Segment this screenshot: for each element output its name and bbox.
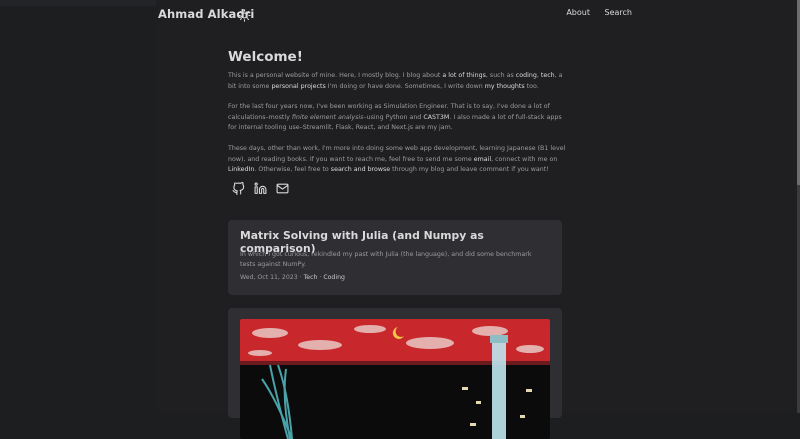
intro-paragraph-2: For the last four years now, I've been w… xyxy=(228,102,568,134)
link-personal-projects[interactable]: personal projects xyxy=(271,83,325,90)
linkedin-icon[interactable] xyxy=(254,180,267,194)
github-icon[interactable] xyxy=(232,180,245,195)
text: too. xyxy=(524,82,539,90)
link-cast3m[interactable]: CAST3M xyxy=(423,114,449,121)
post-meta: Wed, Oct 11, 2023 · Tech · Coding xyxy=(240,274,345,281)
meta-separator: · xyxy=(319,274,322,281)
link-tech[interactable]: tech xyxy=(541,72,555,79)
meta-separator: · xyxy=(299,274,302,281)
post-tag-coding[interactable]: Coding xyxy=(323,274,345,281)
nav-search[interactable]: Search xyxy=(605,8,632,17)
post-tag-tech[interactable]: Tech xyxy=(304,274,318,281)
text: This is a personal website of mine. Here… xyxy=(228,72,443,79)
text: , connect with me on xyxy=(491,155,558,163)
page-title: Welcome! xyxy=(228,49,303,65)
text: –using Python and xyxy=(363,113,424,121)
main-nav: About Search xyxy=(554,8,632,17)
intro-section: Welcome! This is a personal website of m… xyxy=(228,49,568,186)
link-coding[interactable]: coding xyxy=(516,72,537,79)
text: . Otherwise, feel free to xyxy=(254,166,331,174)
email-icon[interactable] xyxy=(276,180,289,194)
theme-toggle-sun-icon[interactable] xyxy=(238,7,251,22)
emphasis-text: finite element analysis xyxy=(291,113,364,121)
site-header: Ahmad Alkadri About Search xyxy=(158,6,638,24)
post-cover-image[interactable] xyxy=(240,319,550,439)
intro-paragraph-3: These days, other than work, I'm more in… xyxy=(228,144,568,176)
intro-paragraph-1: This is a personal website of mine. Here… xyxy=(228,71,568,92)
post-card[interactable] xyxy=(228,308,562,439)
post-card[interactable]: Matrix Solving with Julia (and Numpy as … xyxy=(228,220,562,295)
link-a-lot-of-things[interactable]: a lot of things xyxy=(442,72,485,79)
link-search-and-browse[interactable]: search and browse xyxy=(331,166,390,173)
link-my-thoughts[interactable]: my thoughts xyxy=(485,83,525,90)
link-email[interactable]: email xyxy=(474,156,491,163)
nav-about[interactable]: About xyxy=(566,8,590,17)
post-date: Wed, Oct 11, 2023 xyxy=(240,274,298,281)
post-summary: In which I got curious, rekindled my pas… xyxy=(240,251,532,268)
link-linkedin[interactable]: LinkedIn xyxy=(228,166,254,173)
text: through my blog and leave comment if you… xyxy=(390,166,549,174)
text: , such as xyxy=(485,72,516,79)
text: I'm doing or have done. Sometimes, I wri… xyxy=(325,82,485,90)
